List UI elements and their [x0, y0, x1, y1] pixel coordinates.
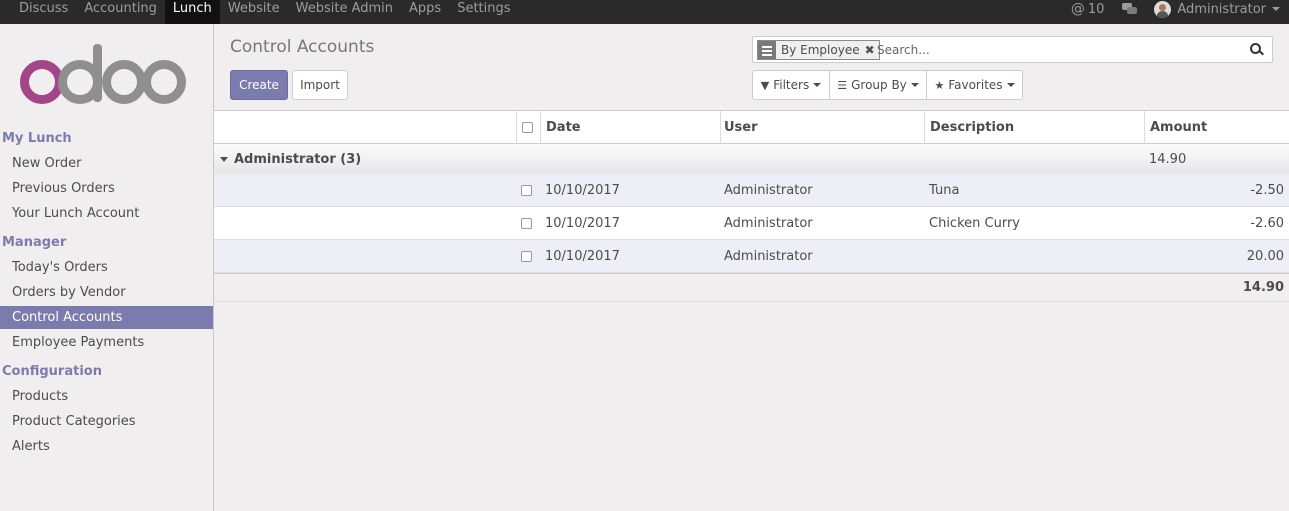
search-input[interactable] — [877, 40, 1237, 60]
menu-apps[interactable]: Apps — [401, 0, 449, 24]
column-user[interactable]: User — [724, 111, 758, 143]
table-header: Date User Description Amount — [214, 110, 1289, 144]
filter-icon: ▼ — [760, 78, 770, 92]
filters-label: Filters — [773, 78, 810, 92]
create-button[interactable]: Create — [230, 70, 288, 100]
user-menu[interactable]: Administrator — [1154, 0, 1280, 18]
menu-lunch[interactable]: Lunch — [164, 0, 220, 24]
favorites-button[interactable]: ★ Favorites — [926, 70, 1023, 100]
sidebar-item-orders-by-vendor[interactable]: Orders by Vendor — [0, 281, 213, 304]
caret-down-icon — [220, 156, 228, 162]
top-navbar: Discuss Accounting Lunch Website Website… — [0, 0, 1289, 24]
column-date[interactable]: Date — [546, 111, 581, 143]
sidebar-item-alerts[interactable]: Alerts — [0, 435, 213, 458]
chat-icon[interactable] — [1122, 3, 1138, 15]
chevron-down-icon — [1272, 7, 1280, 11]
row-date: 10/10/2017 — [545, 248, 620, 264]
menu-website-admin[interactable]: Website Admin — [288, 0, 401, 24]
menu-discuss[interactable]: Discuss — [0, 0, 76, 24]
odoo-logo[interactable] — [20, 44, 188, 106]
app-menu: Discuss Accounting Lunch Website Website… — [0, 0, 519, 24]
section-manager: Manager — [2, 235, 67, 250]
bars-icon: ☰ — [837, 78, 848, 92]
sidebar-item-new-order[interactable]: New Order — [0, 152, 213, 175]
sidebar-item-todays-orders[interactable]: Today's Orders — [0, 256, 213, 279]
table-row[interactable]: 10/10/2017 Administrator Tuna -2.50 — [214, 174, 1289, 207]
row-checkbox[interactable] — [521, 207, 532, 239]
column-amount[interactable]: Amount — [1150, 111, 1207, 143]
breadcrumb: Control Accounts — [230, 37, 375, 57]
section-configuration: Configuration — [2, 364, 102, 379]
row-date: 10/10/2017 — [545, 182, 620, 198]
star-icon: ★ — [934, 78, 945, 92]
group-total: 14.90 — [1149, 151, 1187, 167]
menu-accounting[interactable]: Accounting — [76, 0, 165, 24]
row-checkbox[interactable] — [521, 174, 532, 206]
groupby-button[interactable]: ☰ Group By — [829, 70, 927, 100]
footer-total: 14.90 — [1242, 280, 1284, 295]
row-amount: -2.60 — [1250, 215, 1284, 231]
groupby-label: Group By — [851, 78, 907, 92]
menu-settings[interactable]: Settings — [449, 0, 518, 24]
facet-label: By Employee — [781, 43, 860, 57]
row-description: Chicken Curry — [929, 215, 1020, 231]
sidebar-item-employee-payments[interactable]: Employee Payments — [0, 331, 213, 354]
row-amount: 20.00 — [1246, 248, 1284, 264]
section-my-lunch: My Lunch — [2, 131, 72, 146]
chevron-down-icon — [910, 83, 919, 87]
chevron-down-icon — [813, 83, 822, 87]
list-icon — [758, 41, 776, 59]
row-description: Tuna — [929, 182, 960, 198]
import-button[interactable]: Import — [292, 70, 348, 100]
row-checkbox[interactable] — [521, 240, 532, 272]
systray: @ 10 Administrator — [1071, 0, 1289, 24]
row-amount: -2.50 — [1250, 182, 1284, 198]
sidebar-item-products[interactable]: Products — [0, 385, 213, 408]
favorites-label: Favorites — [948, 78, 1003, 92]
row-date: 10/10/2017 — [545, 215, 620, 231]
search-icon[interactable] — [1250, 43, 1264, 57]
mention-count: 10 — [1087, 1, 1105, 17]
group-row[interactable]: Administrator (3) 14.90 — [214, 144, 1289, 174]
group-header[interactable]: Administrator (3) — [214, 144, 361, 174]
chevron-down-icon — [1006, 83, 1015, 87]
sidebar-item-lunch-account[interactable]: Your Lunch Account — [0, 202, 213, 225]
row-user: Administrator — [724, 248, 813, 264]
column-description[interactable]: Description — [930, 111, 1014, 143]
search-facet[interactable]: By Employee ✖ — [757, 40, 880, 60]
group-label: Administrator (3) — [234, 151, 362, 167]
filters-button[interactable]: ▼ Filters — [752, 70, 830, 100]
sidebar-item-product-categories[interactable]: Product Categories — [0, 410, 213, 433]
sidebar-item-control-accounts[interactable]: Control Accounts — [0, 306, 213, 329]
table-row[interactable]: 10/10/2017 Administrator Chicken Curry -… — [214, 207, 1289, 240]
close-icon[interactable]: ✖ — [865, 43, 875, 57]
table-footer: 14.90 — [214, 273, 1289, 302]
row-user: Administrator — [724, 215, 813, 231]
row-user: Administrator — [724, 182, 813, 198]
sidebar: My Lunch New Order Previous Orders Your … — [0, 24, 214, 511]
mentions-button[interactable]: @ 10 — [1071, 1, 1105, 17]
at-icon: @ — [1070, 1, 1085, 17]
user-name: Administrator — [1177, 1, 1266, 17]
search-box: By Employee ✖ — [752, 36, 1273, 63]
menu-website[interactable]: Website — [220, 0, 288, 24]
select-all-checkbox[interactable] — [522, 111, 533, 143]
avatar — [1154, 0, 1172, 18]
table-row[interactable]: 10/10/2017 Administrator 20.00 — [214, 240, 1289, 273]
sidebar-item-previous-orders[interactable]: Previous Orders — [0, 177, 213, 200]
